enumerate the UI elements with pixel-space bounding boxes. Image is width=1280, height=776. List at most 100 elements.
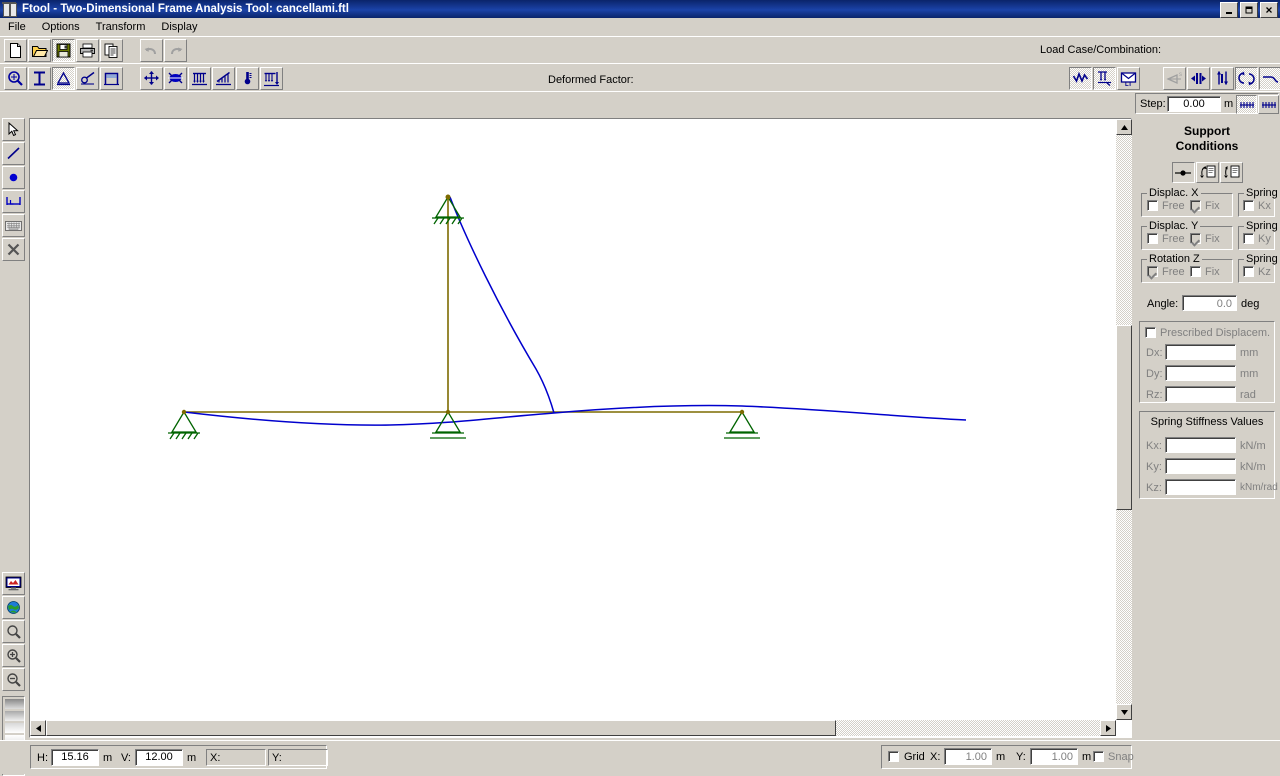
new-file-button[interactable] [4,39,27,62]
support-copy-button[interactable] [1195,162,1219,183]
fit-screen-button[interactable] [2,572,25,595]
ftool-application-window: Ftool - Two-Dimensional Frame Analysis T… [0,0,1280,776]
diagram-shear-button[interactable] [1093,67,1116,90]
limit-state-button[interactable]: LT [1117,67,1140,90]
section-properties-button[interactable] [28,67,51,90]
kz-input[interactable] [1165,479,1236,495]
grid-y-input[interactable]: 1.00 [1030,748,1078,765]
vertical-scroll-thumb[interactable] [1116,325,1132,510]
zoom-select-button[interactable] [4,67,27,90]
scroll-left-button[interactable] [30,720,46,736]
spring-kz-group: Spring Kz [1238,253,1280,283]
uniform-load-button[interactable] [188,67,211,90]
canvas-vertical-scrollbar[interactable] [1116,119,1132,720]
grid-checkbox[interactable] [888,751,899,762]
menu-file[interactable]: File [0,20,34,34]
dy-input[interactable] [1165,365,1236,381]
spring-ky-checkbox[interactable] [1243,233,1254,244]
linear-load-button[interactable] [212,67,235,90]
menu-display[interactable]: Display [153,20,205,34]
y-label: Y: [272,752,282,764]
settlement-button[interactable] [260,67,283,90]
deformed-shape-button[interactable] [1259,67,1280,90]
zoom-out-button[interactable] [2,668,25,691]
zoom-in-button[interactable] [2,644,25,667]
select-tool-button[interactable] [2,118,25,141]
minimize-button[interactable] [1220,2,1238,18]
grid-group: Grid X: 1.00 m Y: 1.00 m Snap [881,745,1134,769]
canvas-horizontal-scrollbar[interactable] [30,720,1116,736]
spring-kx-checkbox[interactable] [1243,200,1254,211]
support-roller-node4 [724,410,760,439]
displac-x-free-checkbox[interactable] [1147,200,1158,211]
frame-button[interactable] [100,67,123,90]
close-button[interactable] [1260,2,1278,18]
dimension-tool-button[interactable] [2,190,25,213]
drawing-canvas[interactable] [30,119,1116,720]
displac-x-fix-checkbox[interactable] [1190,200,1201,211]
v-input[interactable]: 12.00 [135,749,183,766]
angle-input[interactable]: 0.0 [1182,295,1237,311]
step-label: Step: [1140,98,1166,110]
redo-button[interactable] [164,39,187,62]
vertical-reaction-button[interactable] [1211,67,1234,90]
menu-options[interactable]: Options [34,20,88,34]
rotation-z-fix-checkbox[interactable] [1190,266,1201,277]
support-free-node-button[interactable] [1171,162,1195,183]
horizontal-scroll-thumb[interactable] [46,720,836,736]
rz-input[interactable] [1165,386,1236,402]
zoom-window-button[interactable] [2,620,25,643]
keyboard-input-button[interactable] [2,214,25,237]
coordinates-group: H: 15.16 m V: 12.00 m X: Y: [30,745,328,769]
node-marker-2 [445,409,451,415]
h-input[interactable]: 15.16 [51,749,99,766]
menu-bar: File Options Transform Display [0,18,1280,37]
node-tool-button[interactable] [2,166,25,189]
grid-x-unit: m [996,751,1006,763]
horizontal-reaction-button[interactable] [1187,67,1210,90]
panel-title-line-1: Support [1184,124,1230,138]
open-file-button[interactable] [28,39,51,62]
world-view-button[interactable] [2,596,25,619]
maximize-button[interactable] [1240,2,1258,18]
hinge-button[interactable] [76,67,99,90]
thermal-load-button[interactable] [236,67,259,90]
prescribed-displacement-checkbox[interactable] [1145,327,1156,338]
grid-x-input[interactable]: 1.00 [944,748,992,765]
spring-ky-group: Spring Ky [1238,220,1280,250]
line-tool-button[interactable] [2,142,25,165]
scroll-down-button[interactable] [1116,704,1132,720]
spring-kz-label: Kz [1258,266,1271,278]
nodal-load-button[interactable] [140,67,163,90]
x-coord-readout: X: [206,749,266,766]
support-paste-button[interactable] [1219,162,1243,183]
delete-tool-button[interactable] [2,238,25,261]
menu-transform[interactable]: Transform [88,20,154,34]
ky-input[interactable] [1165,458,1236,474]
displac-y-free-checkbox[interactable] [1147,233,1158,244]
moment-reaction-button[interactable] [1235,67,1258,90]
v-unit: m [187,752,197,764]
dx-input[interactable] [1165,344,1236,360]
scroll-up-button[interactable] [1116,119,1132,135]
step-input[interactable]: 0.00 [1167,96,1221,112]
save-file-button[interactable] [52,39,75,62]
snap-checkbox[interactable] [1093,751,1104,762]
v-label: V: [121,752,131,764]
spring-kz-checkbox[interactable] [1243,266,1254,277]
rotation-z-free-checkbox[interactable] [1147,266,1158,277]
diagram-axial-button[interactable] [1069,67,1092,90]
kx-input[interactable] [1165,437,1236,453]
displac-y-fix-checkbox[interactable] [1190,233,1201,244]
support-conditions-button[interactable] [52,67,75,90]
axial-force-button[interactable]: s [1163,67,1186,90]
displac-y-fix-label: Fix [1205,233,1220,245]
displac-x-fix-label: Fix [1205,200,1220,212]
undo-button[interactable] [140,39,163,62]
step-ruler-button-1[interactable] [1236,95,1257,114]
copy-button[interactable] [100,39,123,62]
step-ruler-button-2[interactable] [1258,95,1279,114]
print-button[interactable] [76,39,99,62]
scroll-right-button[interactable] [1100,720,1116,736]
member-load-button[interactable] [164,67,187,90]
